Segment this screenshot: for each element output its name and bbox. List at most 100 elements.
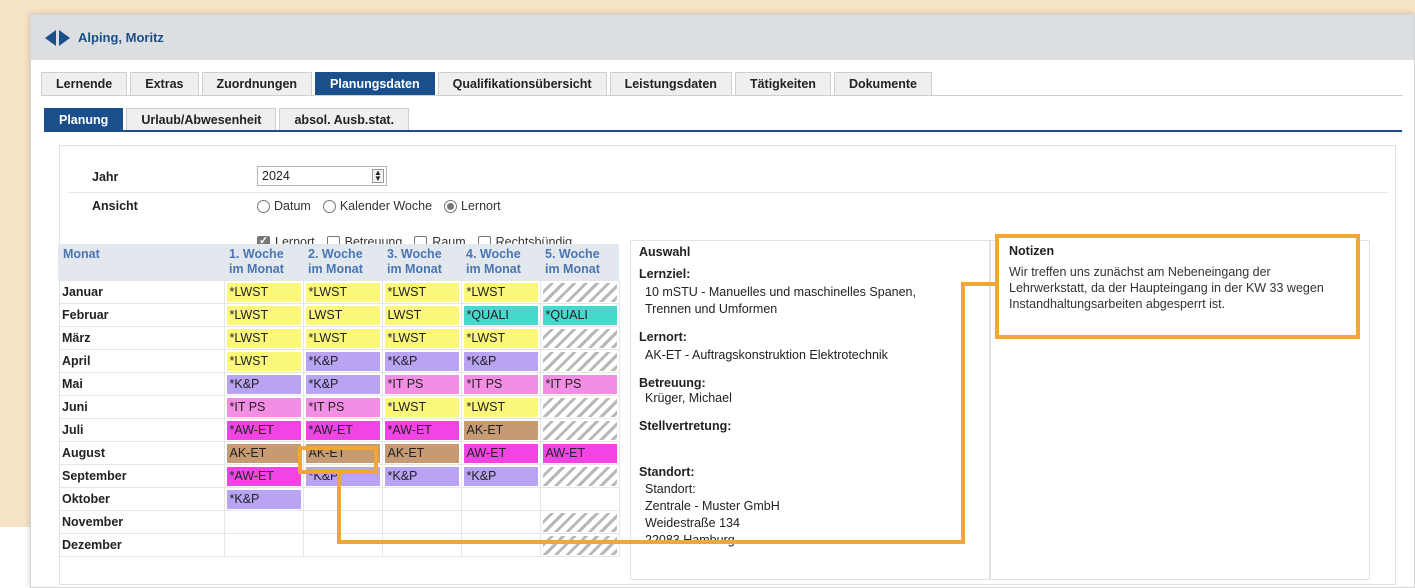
tab-taetigkeiten[interactable]: Tätigkeiten bbox=[734, 72, 831, 95]
lernort-entry[interactable]: LWST bbox=[305, 305, 380, 325]
week-cell[interactable]: *LWST bbox=[223, 303, 304, 327]
subtab-ausb-stat[interactable]: absol. Ausb.stat. bbox=[279, 108, 410, 130]
week-cell[interactable]: AK-ET bbox=[460, 418, 541, 442]
lernort-entry[interactable]: AK-ET bbox=[463, 420, 538, 440]
lernort-entry[interactable]: *K&P bbox=[305, 374, 380, 394]
week-cell[interactable] bbox=[460, 533, 541, 557]
lernort-entry[interactable]: *LWST bbox=[463, 397, 538, 417]
week-cell[interactable]: *IT PS bbox=[381, 372, 462, 396]
week-cell[interactable] bbox=[539, 395, 620, 419]
lernort-entry[interactable]: *K&P bbox=[226, 374, 301, 394]
week-cell[interactable] bbox=[539, 464, 620, 488]
lernort-entry[interactable]: *LWST bbox=[384, 282, 459, 302]
week-cell[interactable]: *QUALI bbox=[539, 303, 620, 327]
week-cell[interactable]: *LWST bbox=[302, 280, 383, 304]
week-cell[interactable] bbox=[460, 487, 541, 511]
tab-extras[interactable]: Extras bbox=[130, 72, 199, 95]
lernort-entry[interactable]: *K&P bbox=[463, 351, 538, 371]
week-cell[interactable]: *K&P bbox=[460, 464, 541, 488]
week-cell[interactable] bbox=[539, 326, 620, 350]
spinner-icon[interactable]: ▲ ▼ bbox=[372, 169, 384, 183]
lernort-entry[interactable]: *IT PS bbox=[542, 374, 617, 394]
week-cell[interactable]: *LWST bbox=[381, 280, 462, 304]
lernort-entry[interactable]: *LWST bbox=[305, 328, 380, 348]
week-cell[interactable]: *IT PS bbox=[539, 372, 620, 396]
lernort-entry[interactable]: *IT PS bbox=[226, 397, 301, 417]
lernort-entry[interactable]: *IT PS bbox=[305, 397, 380, 417]
week-cell[interactable] bbox=[381, 487, 462, 511]
lernort-entry[interactable]: *LWST bbox=[463, 328, 538, 348]
week-cell[interactable]: *K&P bbox=[302, 349, 383, 373]
week-cell[interactable]: *AW-ET bbox=[381, 418, 462, 442]
week-cell[interactable] bbox=[381, 533, 462, 557]
lernort-entry[interactable]: *QUALI bbox=[542, 305, 617, 325]
week-cell[interactable]: AW-ET bbox=[460, 441, 541, 465]
week-cell[interactable] bbox=[223, 533, 304, 557]
year-stepper[interactable]: 2024 ▲ ▼ bbox=[257, 166, 387, 186]
week-cell[interactable]: *K&P bbox=[302, 372, 383, 396]
week-cell[interactable]: *LWST bbox=[381, 395, 462, 419]
lernort-entry[interactable]: *AW-ET bbox=[384, 420, 459, 440]
radio-datum[interactable]: Datum bbox=[257, 199, 311, 213]
record-title[interactable]: Alping, Moritz bbox=[78, 30, 164, 45]
week-cell[interactable] bbox=[539, 280, 620, 304]
week-cell[interactable] bbox=[539, 418, 620, 442]
subtab-urlaub[interactable]: Urlaub/Abwesenheit bbox=[126, 108, 277, 130]
week-cell[interactable]: *LWST bbox=[460, 395, 541, 419]
lernort-entry[interactable]: *K&P bbox=[384, 351, 459, 371]
lernort-entry[interactable]: *IT PS bbox=[463, 374, 538, 394]
week-cell[interactable] bbox=[539, 349, 620, 373]
week-cell[interactable] bbox=[539, 533, 620, 557]
tab-dokumente[interactable]: Dokumente bbox=[833, 72, 933, 95]
tab-planungsdaten[interactable]: Planungsdaten bbox=[315, 72, 435, 95]
week-cell[interactable]: *K&P bbox=[381, 464, 462, 488]
lernort-entry[interactable]: AW-ET bbox=[463, 443, 538, 463]
week-cell[interactable]: *AW-ET bbox=[223, 418, 304, 442]
lernort-entry[interactable]: *IT PS bbox=[384, 374, 459, 394]
week-cell[interactable]: *AW-ET bbox=[302, 418, 383, 442]
week-cell[interactable]: *LWST bbox=[381, 326, 462, 350]
week-cell[interactable]: *IT PS bbox=[223, 395, 304, 419]
lernort-entry[interactable]: *LWST bbox=[305, 282, 380, 302]
lernort-entry[interactable]: *LWST bbox=[226, 328, 301, 348]
week-cell[interactable]: AK-ET bbox=[381, 441, 462, 465]
lernort-entry[interactable]: *K&P bbox=[463, 466, 538, 486]
lernort-entry[interactable]: *LWST bbox=[384, 397, 459, 417]
week-cell[interactable] bbox=[302, 487, 383, 511]
subtab-planung[interactable]: Planung bbox=[44, 108, 124, 130]
week-cell[interactable] bbox=[302, 510, 383, 534]
week-cell[interactable]: *LWST bbox=[460, 326, 541, 350]
lernort-entry[interactable]: *K&P bbox=[226, 489, 301, 509]
lernort-entry[interactable]: AW-ET bbox=[542, 443, 617, 463]
lernort-entry[interactable]: *LWST bbox=[226, 305, 301, 325]
week-cell[interactable]: *IT PS bbox=[302, 395, 383, 419]
week-cell[interactable] bbox=[381, 510, 462, 534]
radio-circle-icon[interactable] bbox=[322, 199, 336, 213]
tab-qualifikationsuebersicht[interactable]: Qualifikationsübersicht bbox=[437, 72, 607, 95]
week-cell[interactable] bbox=[302, 533, 383, 557]
week-cell[interactable]: AK-ET bbox=[223, 441, 304, 465]
week-cell[interactable]: *K&P bbox=[223, 487, 304, 511]
lernort-entry[interactable]: *QUALI bbox=[463, 305, 538, 325]
week-cell[interactable]: *K&P bbox=[223, 372, 304, 396]
week-cell[interactable]: *LWST bbox=[460, 280, 541, 304]
lernort-entry[interactable]: *LWST bbox=[384, 328, 459, 348]
week-cell[interactable]: *AW-ET bbox=[223, 464, 304, 488]
lernort-entry[interactable]: *AW-ET bbox=[226, 466, 301, 486]
radio-circle-icon[interactable] bbox=[257, 199, 270, 213]
week-cell[interactable]: *LWST bbox=[223, 326, 304, 350]
week-cell[interactable]: LWST bbox=[302, 303, 383, 327]
tab-zuordnungen[interactable]: Zuordnungen bbox=[201, 72, 313, 95]
week-cell[interactable] bbox=[223, 510, 304, 534]
week-cell[interactable]: *K&P bbox=[460, 349, 541, 373]
lernort-entry[interactable]: *AW-ET bbox=[305, 420, 380, 440]
arrow-right-icon[interactable] bbox=[59, 29, 70, 46]
tab-leistungsdaten[interactable]: Leistungsdaten bbox=[609, 72, 732, 95]
week-cell[interactable]: *QUALI bbox=[460, 303, 541, 327]
lernort-entry[interactable]: *AW-ET bbox=[226, 420, 301, 440]
week-cell[interactable]: AW-ET bbox=[539, 441, 620, 465]
tab-lernende[interactable]: Lernende bbox=[41, 72, 128, 95]
week-cell[interactable]: LWST bbox=[381, 303, 462, 327]
week-cell[interactable]: *LWST bbox=[223, 349, 304, 373]
lernort-entry[interactable]: *K&P bbox=[305, 351, 380, 371]
